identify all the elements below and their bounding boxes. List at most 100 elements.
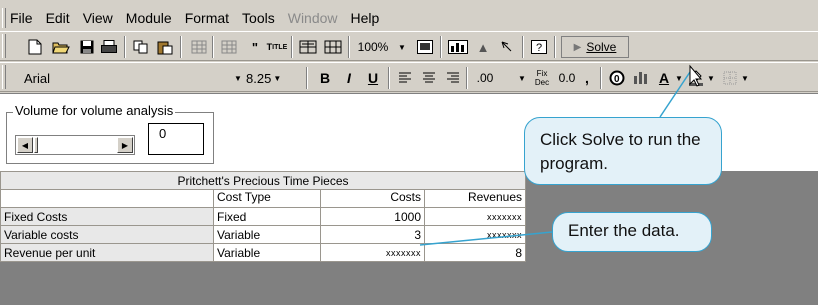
menu-format[interactable]: Format (185, 10, 229, 26)
costs-cell[interactable]: 1000 (320, 207, 425, 226)
table-header-row: Cost Type Costs Revenues (0, 189, 526, 208)
italic-button[interactable]: I (338, 67, 360, 89)
svg-text:?: ? (536, 42, 542, 54)
format-toolbar: Arial ▼ 8.25 ▼ B I U .00 ▼ Fix Dec 0.0 , (0, 62, 818, 92)
font-dropdown-icon[interactable]: ▼ (232, 67, 244, 89)
costs-cell[interactable]: xxxxxxx (320, 243, 425, 262)
font-size-value: 8.25 (246, 70, 272, 86)
zoom-dropdown-icon[interactable]: ▼ (396, 36, 408, 58)
align-center-icon[interactable] (418, 67, 440, 89)
zero-decimal-button[interactable]: 0.0 (556, 67, 578, 89)
toolbar-grip (2, 34, 6, 58)
help-icon[interactable]: ? (528, 36, 550, 58)
svg-text:0: 0 (614, 74, 620, 85)
header-revenues[interactable]: Revenues (424, 189, 526, 208)
menu-edit[interactable]: Edit (46, 10, 70, 26)
zoom-value[interactable]: 100% (352, 36, 394, 58)
quote-icon[interactable]: " (244, 36, 266, 58)
table-row: Revenue per unit Variable xxxxxxx 8 (0, 243, 526, 262)
solve-button[interactable]: ▶ Solve (561, 36, 629, 58)
application-window: File Edit View Module Format Tools Windo… (0, 0, 818, 305)
revenues-cell[interactable]: 8 (424, 243, 526, 262)
cost-type-cell[interactable]: Fixed (213, 207, 321, 226)
fill-color-dropdown-icon[interactable]: ▼ (706, 67, 716, 89)
row-height-icon[interactable] (322, 36, 344, 58)
align-left-icon[interactable] (394, 67, 416, 89)
toolbar-separator (388, 67, 390, 89)
revenues-cell[interactable]: xxxxxxx (424, 207, 526, 226)
toolbar-separator (440, 36, 442, 58)
scroll-right-icon[interactable]: ▶ (117, 137, 133, 153)
grid-icon[interactable] (188, 36, 210, 58)
size-dropdown-icon[interactable]: ▼ (273, 74, 281, 83)
scroll-thumb[interactable] (34, 137, 38, 153)
comma-button[interactable]: , (580, 67, 594, 89)
menu-module[interactable]: Module (126, 10, 172, 26)
triangle-icon[interactable]: ▲ (472, 36, 494, 58)
align-right-icon[interactable] (442, 67, 464, 89)
toolbar-separator (522, 36, 524, 58)
data-table: Pritchett's Precious Time Pieces Cost Ty… (0, 171, 526, 262)
copy-icon[interactable] (130, 36, 152, 58)
toolbar-separator (212, 36, 214, 58)
menu-view[interactable]: View (83, 10, 113, 26)
borders-dropdown-icon[interactable]: ▼ (740, 67, 750, 89)
cost-type-cell[interactable]: Variable (213, 225, 321, 244)
revenues-cell[interactable]: xxxxxxx (424, 225, 526, 244)
bold-button[interactable]: B (314, 67, 336, 89)
zero-icon[interactable]: 0 (606, 67, 628, 89)
new-file-icon[interactable] (24, 36, 46, 58)
solve-label: Solve (586, 40, 617, 54)
standard-toolbar: " T ITLE 100% ▼ ▲ ? ▶ Solve (0, 31, 818, 61)
font-color-icon[interactable]: A (654, 67, 674, 89)
open-folder-icon[interactable] (50, 36, 72, 58)
decimal-format[interactable]: .00 (470, 67, 500, 89)
fill-color-icon[interactable] (686, 67, 706, 89)
underline-button[interactable]: U (362, 67, 384, 89)
print-icon[interactable] (98, 36, 120, 58)
menu-file[interactable]: File (10, 10, 33, 26)
table-grid-icon[interactable] (218, 36, 240, 58)
chart-icon[interactable] (446, 36, 470, 58)
borders-icon[interactable] (720, 67, 740, 89)
solve-callout: Click Solve to run the program. (524, 117, 722, 185)
fix-label: Fix (536, 69, 548, 78)
toolbar-separator (124, 36, 126, 58)
volume-scrollbar[interactable]: ◀ ▶ (15, 135, 135, 155)
volume-input[interactable]: 0 (148, 123, 204, 155)
header-blank (0, 189, 214, 208)
menu-grip (2, 8, 6, 28)
row-label[interactable]: Variable costs (0, 225, 214, 244)
table-title: Pritchett's Precious Time Pieces (0, 171, 526, 190)
header-cost-type[interactable]: Cost Type (213, 189, 321, 208)
font-name-select[interactable]: Arial (24, 67, 264, 89)
column-chart-icon[interactable] (630, 67, 652, 89)
toolbar-separator (291, 36, 293, 58)
toolbar-grip (2, 65, 6, 89)
toolbar-separator (180, 36, 182, 58)
scroll-left-icon[interactable]: ◀ (17, 137, 33, 153)
decimal-dropdown-icon[interactable]: ▼ (516, 67, 528, 89)
volume-group-label: Volume for volume analysis (13, 103, 176, 118)
row-label[interactable]: Fixed Costs (0, 207, 214, 226)
toolbar-separator (306, 67, 308, 89)
fix-decimal-button[interactable]: Fix Dec (532, 67, 552, 89)
menu-tools[interactable]: Tools (242, 10, 275, 26)
menu-window[interactable]: Window (288, 10, 338, 26)
paste-icon[interactable] (154, 36, 176, 58)
row-label[interactable]: Revenue per unit (0, 243, 214, 262)
font-color-dropdown-icon[interactable]: ▼ (674, 67, 684, 89)
costs-cell[interactable]: 3 (320, 225, 425, 244)
pointer-tool-icon[interactable] (496, 36, 518, 58)
column-width-icon[interactable] (297, 36, 319, 58)
header-costs[interactable]: Costs (320, 189, 425, 208)
menu-help[interactable]: Help (351, 10, 380, 26)
title-icon[interactable]: T ITLE (266, 36, 288, 58)
toolbar-separator (600, 67, 602, 89)
font-size-select[interactable]: 8.25 ▼ (246, 67, 306, 89)
cost-type-cell[interactable]: Variable (213, 243, 321, 262)
font-name-value: Arial (24, 70, 51, 86)
window-icon[interactable] (414, 36, 436, 58)
save-disk-icon[interactable] (76, 36, 98, 58)
table-title-row: Pritchett's Precious Time Pieces (0, 171, 526, 190)
